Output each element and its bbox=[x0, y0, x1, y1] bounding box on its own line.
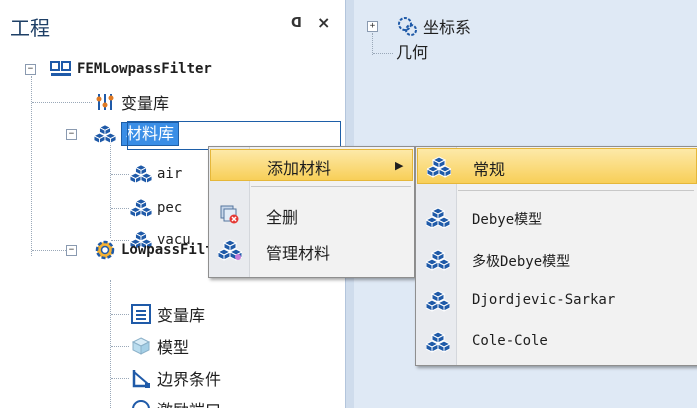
project-icon bbox=[50, 58, 72, 80]
material-icon bbox=[424, 207, 452, 233]
submenu-arrow-icon: ▶ bbox=[395, 159, 404, 172]
submenu-item-label: Debye模型 bbox=[472, 212, 543, 228]
menu-item-label: 管理材料 bbox=[266, 244, 331, 263]
model-label: 模型 bbox=[157, 338, 190, 357]
excitation-label: 激励端口 bbox=[157, 397, 221, 408]
excitation-port-icon bbox=[130, 398, 152, 408]
tree-node-geometry[interactable]: 几何 bbox=[396, 38, 428, 64]
submenu-item-cole-cole[interactable]: Cole-Cole bbox=[417, 324, 697, 360]
tree-node-boundary[interactable]: 边界条件 bbox=[130, 365, 221, 391]
tree-line bbox=[372, 33, 373, 55]
submenu-item-djordjevic-sarkar[interactable]: Djordjevic-Sarkar bbox=[417, 283, 697, 319]
add-material-submenu: 常规 Debye模型 多极Debye模型 Djordjevic-Sarkar C… bbox=[415, 146, 697, 366]
menu-item-add-material[interactable]: 添加材料 ▶ bbox=[210, 149, 413, 181]
menu-item-label: 添加材料 bbox=[267, 159, 332, 178]
material-label: air bbox=[157, 166, 183, 182]
boundary-label: 边界条件 bbox=[157, 370, 222, 389]
submenu-item-debye[interactable]: Debye模型 bbox=[417, 200, 697, 236]
submenu-item-label: Djordjevic-Sarkar bbox=[472, 292, 616, 308]
submenu-item-multipole-debye[interactable]: 多极Debye模型 bbox=[417, 242, 697, 278]
coord-label: 坐标系 bbox=[423, 18, 472, 37]
submenu-item-label: 常规 bbox=[473, 160, 506, 179]
tree-line bbox=[111, 346, 129, 347]
tree-node-material[interactable]: pec bbox=[130, 195, 182, 221]
material-icon bbox=[424, 249, 452, 275]
panel-title: 工程 bbox=[10, 16, 50, 40]
pin-button[interactable]: ᗡ bbox=[291, 16, 302, 31]
material-icon bbox=[424, 290, 452, 316]
tree-line bbox=[111, 378, 129, 379]
project-label: FEMLowpassFilter bbox=[77, 61, 212, 77]
material-label: pec bbox=[157, 200, 183, 216]
boundary-icon bbox=[130, 367, 152, 389]
panel-header: 工程 ᗡ × bbox=[0, 0, 345, 44]
tree-line bbox=[373, 53, 393, 54]
submenu-item-label: Cole-Cole bbox=[472, 333, 548, 349]
menu-item-delete-all[interactable]: 全删 bbox=[210, 199, 413, 231]
variables-list-icon bbox=[130, 303, 152, 325]
submenu-item-label: 多极Debye模型 bbox=[472, 254, 571, 270]
context-menu: 添加材料 ▶ 全删 管理材料 bbox=[208, 146, 415, 278]
material-library-icon bbox=[94, 123, 116, 145]
collapse-toggle[interactable]: − bbox=[25, 64, 36, 75]
tree-line bbox=[111, 208, 129, 209]
menu-item-manage-materials[interactable]: 管理材料 bbox=[210, 235, 413, 267]
material-icon bbox=[130, 197, 152, 219]
manage-materials-icon bbox=[216, 239, 244, 265]
menu-separator bbox=[251, 186, 411, 187]
geometry-label: 几何 bbox=[396, 43, 429, 62]
tree-node-comp-variables[interactable]: 变量库 bbox=[130, 301, 205, 327]
tree-node-model[interactable]: 模型 bbox=[130, 333, 189, 359]
expand-toggle[interactable]: + bbox=[367, 21, 378, 32]
variables-icon bbox=[94, 91, 116, 113]
collapse-toggle[interactable]: − bbox=[66, 245, 77, 256]
coordinate-system-icon bbox=[396, 15, 418, 37]
comp-variables-label: 变量库 bbox=[157, 306, 206, 325]
menu-item-label: 全删 bbox=[266, 208, 299, 227]
collapse-toggle[interactable]: − bbox=[66, 129, 77, 140]
material-icon bbox=[424, 331, 452, 357]
tree-node-coord[interactable]: 坐标系 bbox=[396, 13, 471, 39]
tree-line bbox=[110, 138, 111, 238]
tree-line bbox=[110, 280, 111, 408]
menu-separator bbox=[458, 190, 694, 191]
tree-line bbox=[31, 76, 32, 256]
tree-node-variables[interactable]: 变量库 bbox=[94, 89, 169, 115]
submenu-item-general[interactable]: 常规 bbox=[417, 148, 697, 184]
tree-line bbox=[32, 250, 66, 251]
tree-node-excitation[interactable]: 激励端口 bbox=[130, 396, 221, 408]
tree-line bbox=[32, 102, 92, 103]
component-gear-icon bbox=[94, 239, 116, 261]
material-icon bbox=[130, 163, 152, 185]
close-button[interactable]: × bbox=[317, 13, 330, 32]
variables-label: 变量库 bbox=[121, 94, 170, 113]
tree-node-material[interactable]: air bbox=[130, 161, 182, 187]
delete-all-icon bbox=[218, 203, 240, 229]
tree-line bbox=[111, 314, 129, 315]
tree-node-project[interactable]: FEMLowpassFilter bbox=[50, 56, 212, 82]
tree-line bbox=[111, 174, 129, 175]
model-cube-icon bbox=[130, 335, 152, 357]
material-icon bbox=[425, 156, 453, 182]
